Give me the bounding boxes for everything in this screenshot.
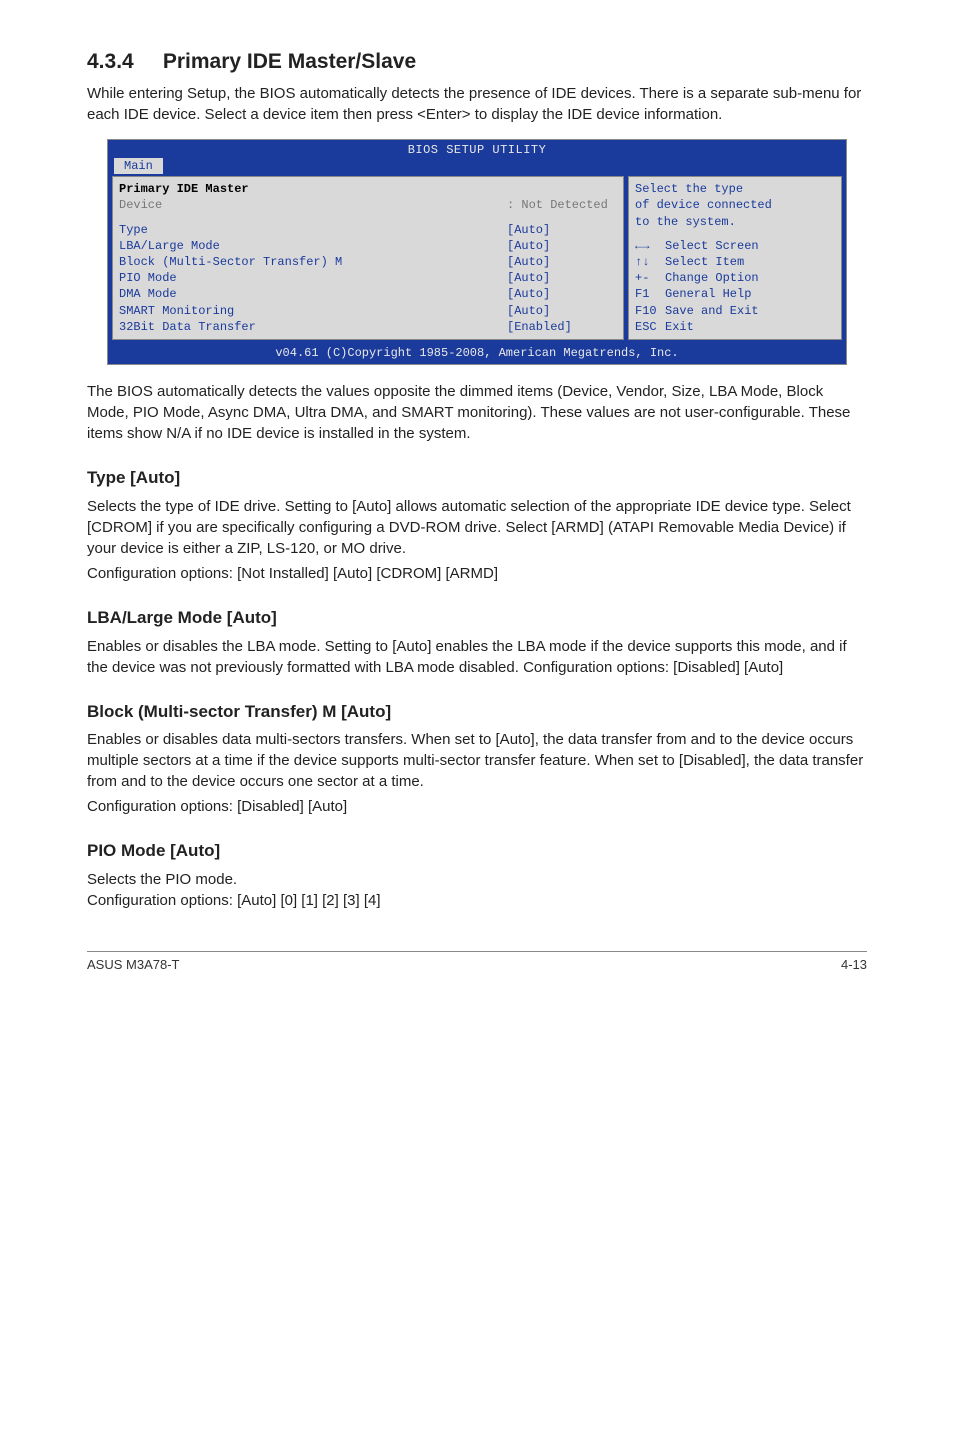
bios-item[interactable]: 32Bit Data Transfer[Enabled] <box>119 319 617 335</box>
bios-item-value: [Auto] <box>507 270 617 286</box>
bios-key-label: Save and Exit <box>665 303 759 319</box>
bios-key-label: Select Screen <box>665 238 759 254</box>
bios-title: BIOS SETUP UTILITY <box>108 140 846 158</box>
section-number: 4.3.4 <box>87 47 157 76</box>
footer-left: ASUS M3A78-T <box>87 956 179 974</box>
bios-item[interactable]: Block (Multi-Sector Transfer) M[Auto] <box>119 254 617 270</box>
bios-item-value: [Auto] <box>507 222 617 238</box>
bios-left-header: Primary IDE Master <box>119 181 617 197</box>
type-heading: Type [Auto] <box>87 466 867 490</box>
bios-item-value: [Enabled] <box>507 319 617 335</box>
bios-key-prefix: F1 <box>635 286 665 302</box>
bios-right-pane: Select the type of device connected to t… <box>628 176 842 340</box>
bios-item-value: [Auto] <box>507 286 617 302</box>
bios-item[interactable]: SMART Monitoring[Auto] <box>119 303 617 319</box>
bios-item-label: SMART Monitoring <box>119 303 507 319</box>
block-heading: Block (Multi-sector Transfer) M [Auto] <box>87 700 867 724</box>
block-body: Enables or disables data multi-sectors t… <box>87 729 867 792</box>
bios-key-prefix: +- <box>635 270 665 286</box>
section-title: Primary IDE Master/Slave <box>163 50 416 73</box>
bios-copyright: v04.61 (C)Copyright 1985-2008, American … <box>108 344 846 364</box>
bios-item[interactable]: Type[Auto] <box>119 222 617 238</box>
bios-help-line: of device connected <box>635 197 835 213</box>
bios-item-value: [Auto] <box>507 254 617 270</box>
page-footer: ASUS M3A78-T 4-13 <box>87 951 867 974</box>
bios-help-line: to the system. <box>635 214 835 230</box>
left-right-arrow-icon: ←→ <box>635 238 665 254</box>
pio-body: Selects the PIO mode. <box>87 869 867 890</box>
bios-key-label: Exit <box>665 319 694 335</box>
bios-device-row: Device : Not Detected <box>119 197 617 213</box>
footer-right: 4-13 <box>841 956 867 974</box>
bios-item-label: DMA Mode <box>119 286 507 302</box>
intro-paragraph: While entering Setup, the BIOS automatic… <box>87 83 867 125</box>
pio-heading: PIO Mode [Auto] <box>87 839 867 863</box>
bios-help-line: Select the type <box>635 181 835 197</box>
block-config: Configuration options: [Disabled] [Auto] <box>87 796 867 817</box>
bios-item[interactable]: LBA/Large Mode[Auto] <box>119 238 617 254</box>
pio-config: Configuration options: [Auto] [0] [1] [2… <box>87 890 867 911</box>
bios-item[interactable]: DMA Mode[Auto] <box>119 286 617 302</box>
bios-left-pane: Primary IDE Master Device : Not Detected… <box>112 176 624 340</box>
type-config: Configuration options: [Not Installed] [… <box>87 563 867 584</box>
bios-key-prefix: F10 <box>635 303 665 319</box>
bios-item-label: LBA/Large Mode <box>119 238 507 254</box>
after-bios-paragraph: The BIOS automatically detects the value… <box>87 381 867 444</box>
bios-item-label: Block (Multi-Sector Transfer) M <box>119 254 507 270</box>
up-down-arrow-icon: ↑↓ <box>635 254 665 270</box>
bios-item-label: 32Bit Data Transfer <box>119 319 507 335</box>
bios-key-label: Select Item <box>665 254 744 270</box>
section-heading: 4.3.4 Primary IDE Master/Slave <box>87 47 867 76</box>
type-body: Selects the type of IDE drive. Setting t… <box>87 496 867 559</box>
bios-item-label: PIO Mode <box>119 270 507 286</box>
bios-item-value: [Auto] <box>507 238 617 254</box>
bios-device-value: : Not Detected <box>507 197 617 213</box>
lba-body: Enables or disables the LBA mode. Settin… <box>87 636 867 678</box>
bios-panel: BIOS SETUP UTILITY Main Primary IDE Mast… <box>107 139 847 365</box>
bios-key-label: General Help <box>665 286 751 302</box>
bios-key-legend: ←→Select Screen ↑↓Select Item +-Change O… <box>635 238 835 335</box>
bios-key-label: Change Option <box>665 270 759 286</box>
bios-item[interactable]: PIO Mode[Auto] <box>119 270 617 286</box>
bios-device-label: Device <box>119 197 507 213</box>
lba-heading: LBA/Large Mode [Auto] <box>87 606 867 630</box>
bios-tab-main[interactable]: Main <box>114 158 163 174</box>
bios-item-label: Type <box>119 222 507 238</box>
bios-key-prefix: ESC <box>635 319 665 335</box>
bios-item-value: [Auto] <box>507 303 617 319</box>
bios-help-text: Select the type of device connected to t… <box>635 181 835 230</box>
